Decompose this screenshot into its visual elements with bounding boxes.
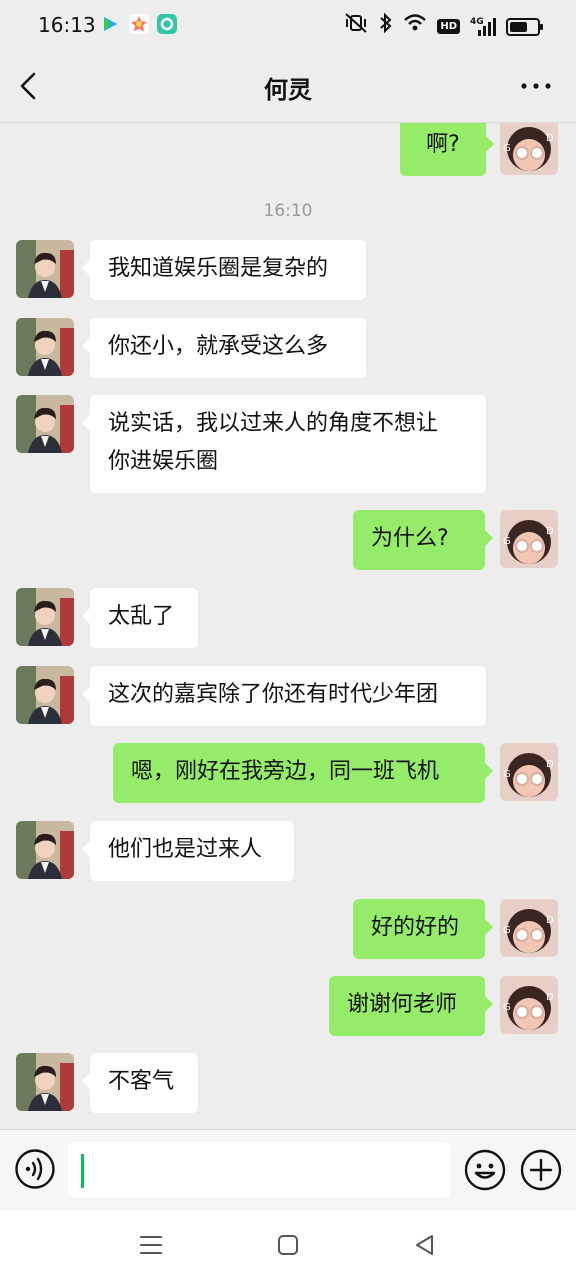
message-bubble-incoming[interactable]: 说实话，我以过来人的角度不想让 你进娱乐圈 [82,395,486,493]
message-bubble-outgoing[interactable]: 为什么? [353,510,493,570]
message-bubble-outgoing[interactable]: 谢谢何老师 [329,976,493,1036]
message-text: 啊? [426,132,460,157]
svg-text:D: D [546,759,554,770]
input-bar [0,1129,576,1210]
message-bubble-outgoing[interactable]: 啊? [400,123,494,176]
status-bar: 16:13 HD 4G [0,0,576,50]
contact-avatar[interactable] [16,666,74,724]
contact-avatar[interactable] [16,821,74,879]
recent-apps-button[interactable] [136,1230,166,1260]
status-icons: HD 4G [343,12,543,41]
svg-text:D: D [546,526,554,537]
message-timestamp: 16:10 [263,201,313,221]
message-text: 不客气 [108,1069,175,1094]
battery-icon [506,17,543,36]
contact-avatar[interactable] [16,395,74,453]
plus-icon [520,1149,562,1191]
network-type-label: 4G [470,16,484,27]
message-text: 太乱了 [108,604,175,629]
status-time: 16:13 [38,13,96,37]
svg-text:D: D [546,992,554,1003]
mute-vibrate-icon [343,12,369,41]
star-app-icon [129,14,149,34]
contact-avatar[interactable] [16,318,74,376]
chat-messages[interactable]: 啊? GD 16:10 我知道娱乐圈是复杂的 你还小，就承受这么多 说实话，我以… [0,123,576,1129]
message-text: 嗯，刚好在我旁边，同一班飞机 [131,759,440,784]
system-back-button[interactable] [410,1230,440,1260]
svg-text:D: D [546,133,554,144]
message-text-line: 你进娱乐圈 [108,449,219,474]
contact-avatar[interactable] [16,588,74,646]
more-button[interactable] [520,72,554,100]
message-input[interactable] [68,1142,450,1198]
message-text: 好的好的 [371,915,460,940]
message-text: 这次的嘉宾除了你还有时代少年团 [108,682,439,707]
svg-text:D: D [546,915,554,926]
my-avatar[interactable]: GD [500,510,558,568]
home-square-icon [278,1235,298,1255]
contact-avatar[interactable] [16,240,74,298]
message-bubble-incoming[interactable]: 太乱了 [82,588,198,648]
svg-text:G: G [503,925,511,936]
message-bubble-incoming[interactable]: 他们也是过来人 [82,821,294,881]
message-text: 谢谢何老师 [347,992,458,1017]
message-text: 他们也是过来人 [108,837,263,862]
voice-button[interactable] [14,1148,56,1190]
my-avatar[interactable]: GD [500,976,558,1034]
my-avatar[interactable]: GD [500,743,558,801]
my-avatar[interactable]: GD [500,123,558,175]
svg-text:G: G [503,143,511,154]
svg-text:G: G [503,769,511,780]
emoji-button[interactable] [463,1148,507,1192]
chat-title: 何灵 [264,76,312,104]
more-actions-button[interactable] [519,1148,563,1192]
message-bubble-incoming[interactable]: 我知道娱乐圈是复杂的 [82,240,366,300]
message-text: 我知道娱乐圈是复杂的 [108,256,329,281]
emoji-icon [464,1149,506,1191]
system-nav-bar [0,1210,576,1280]
signal-icon: 4G [470,16,496,38]
message-bubble-outgoing[interactable]: 嗯，刚好在我旁边，同一班飞机 [113,743,493,803]
svg-text:G: G [503,536,511,547]
ring-app-icon [157,14,177,34]
chat-header: 何灵 [0,50,576,123]
wifi-icon [403,13,427,40]
message-text-line: 说实话，我以过来人的角度不想让 [108,411,439,436]
bluetooth-icon [379,12,393,41]
message-bubble-outgoing[interactable]: 好的好的 [353,899,493,959]
my-avatar[interactable]: GD [500,899,558,957]
voice-icon [15,1149,55,1189]
message-bubble-incoming[interactable]: 不客气 [82,1053,198,1113]
message-text: 你还小，就承受这么多 [108,334,329,359]
message-bubble-incoming[interactable]: 这次的嘉宾除了你还有时代少年团 [82,666,486,726]
home-button[interactable] [273,1230,303,1260]
text-caret [81,1154,84,1188]
more-dots-icon [521,83,551,89]
back-triangle-icon [416,1235,433,1255]
svg-text:G: G [503,1002,511,1013]
video-app-icon [100,14,120,34]
contact-avatar[interactable] [16,1053,74,1111]
menu-icon [140,1236,162,1254]
message-text: 为什么? [371,526,449,551]
hd-badge: HD [437,19,460,34]
message-bubble-incoming[interactable]: 你还小，就承受这么多 [82,318,366,378]
